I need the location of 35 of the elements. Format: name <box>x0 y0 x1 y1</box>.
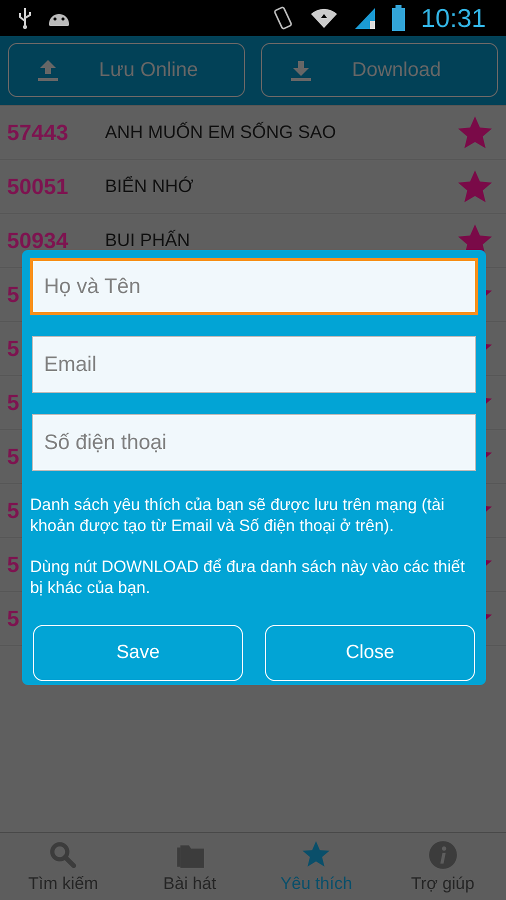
input-field[interactable]: Số điện thoại <box>32 414 476 471</box>
vibrate-icon <box>272 5 294 31</box>
song-number: 5 <box>7 606 20 630</box>
song-number: 57443 <box>7 120 68 144</box>
song-number: 5 <box>7 552 20 576</box>
nav-tab[interactable]: Yêu thích <box>253 833 380 900</box>
signal-icon <box>354 6 376 30</box>
input-field[interactable]: Họ và Tên <box>30 258 478 315</box>
song-title: BIỂN NHỚ <box>105 176 194 197</box>
song-title: BUI PHẤN <box>105 230 192 251</box>
song-number: 5 <box>7 498 20 522</box>
song-number: 50051 <box>7 174 68 198</box>
info-text: Danh sách yêu thích của bạn sẽ được lưu trên mạng (tài khoản được tạo từ Email và Số điện thoại ở trên). <box>30 495 446 537</box>
upload-button[interactable]: Lưu Online <box>8 43 245 97</box>
song-number: 50934 <box>7 228 68 252</box>
song-title: ANH MUỐN EM SỐNG SAO <box>105 122 338 143</box>
battery-icon <box>392 5 405 31</box>
song-number: 5 <box>7 282 20 306</box>
song-number: 5 <box>7 336 20 360</box>
song-number: 5 <box>7 390 20 414</box>
close-button[interactable]: Close <box>265 625 475 681</box>
nav-tab[interactable]: Trợ giúp <box>380 833 506 900</box>
save-button[interactable]: Save <box>33 625 243 681</box>
usb-icon <box>18 7 32 29</box>
nav-tab[interactable]: Tìm kiếm <box>0 833 126 900</box>
clock-time: 10:31 <box>420 2 486 34</box>
search-icon <box>48 840 78 870</box>
info-icon <box>428 840 458 870</box>
upload-icon <box>37 58 59 82</box>
wifi-icon <box>310 7 338 29</box>
input-field[interactable]: Email <box>32 336 476 393</box>
info-text: Dùng nút DOWNLOAD để đưa danh sách này vào các thiết bị khác của bạn. <box>30 557 466 599</box>
download-button[interactable]: Download <box>261 43 498 97</box>
song-number: 5 <box>7 444 20 468</box>
download-icon <box>290 58 312 82</box>
